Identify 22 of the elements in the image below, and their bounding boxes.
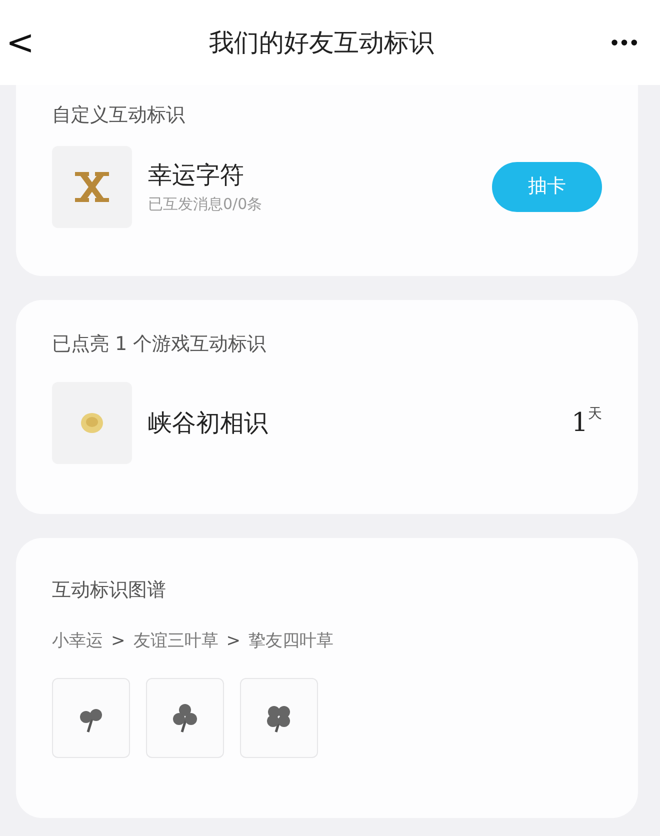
level-step: 挚友四叶草: [248, 628, 334, 654]
clover-tile[interactable]: [240, 678, 318, 758]
chevron-separator: >: [226, 630, 240, 652]
clover-tile[interactable]: [146, 678, 224, 758]
clover-icon: [170, 702, 200, 734]
message-count: 已互发消息0/0条: [148, 194, 264, 216]
back-button[interactable]: <: [0, 26, 40, 60]
more-button[interactable]: •••: [602, 26, 644, 58]
day-unit: 天: [588, 404, 602, 424]
level-step: 友谊三叶草: [133, 628, 218, 654]
level-step: 小幸运: [52, 628, 103, 654]
mark-name: 峡谷初相识: [148, 408, 269, 439]
section-heading: 互动标识图谱: [52, 578, 167, 603]
badge-icon: [52, 382, 132, 464]
page-title: 我们的好友互动标识: [209, 26, 434, 59]
section-heading: 已点亮 1 个游戏互动标识: [52, 332, 268, 356]
section-heading: 自定义互动标识: [52, 103, 186, 128]
x-letter-icon: [52, 146, 132, 228]
clover-tile[interactable]: [52, 678, 130, 758]
mark-name: 幸运字符: [148, 160, 245, 192]
day-count: 1: [571, 406, 588, 440]
chevron-separator: >: [111, 630, 126, 652]
